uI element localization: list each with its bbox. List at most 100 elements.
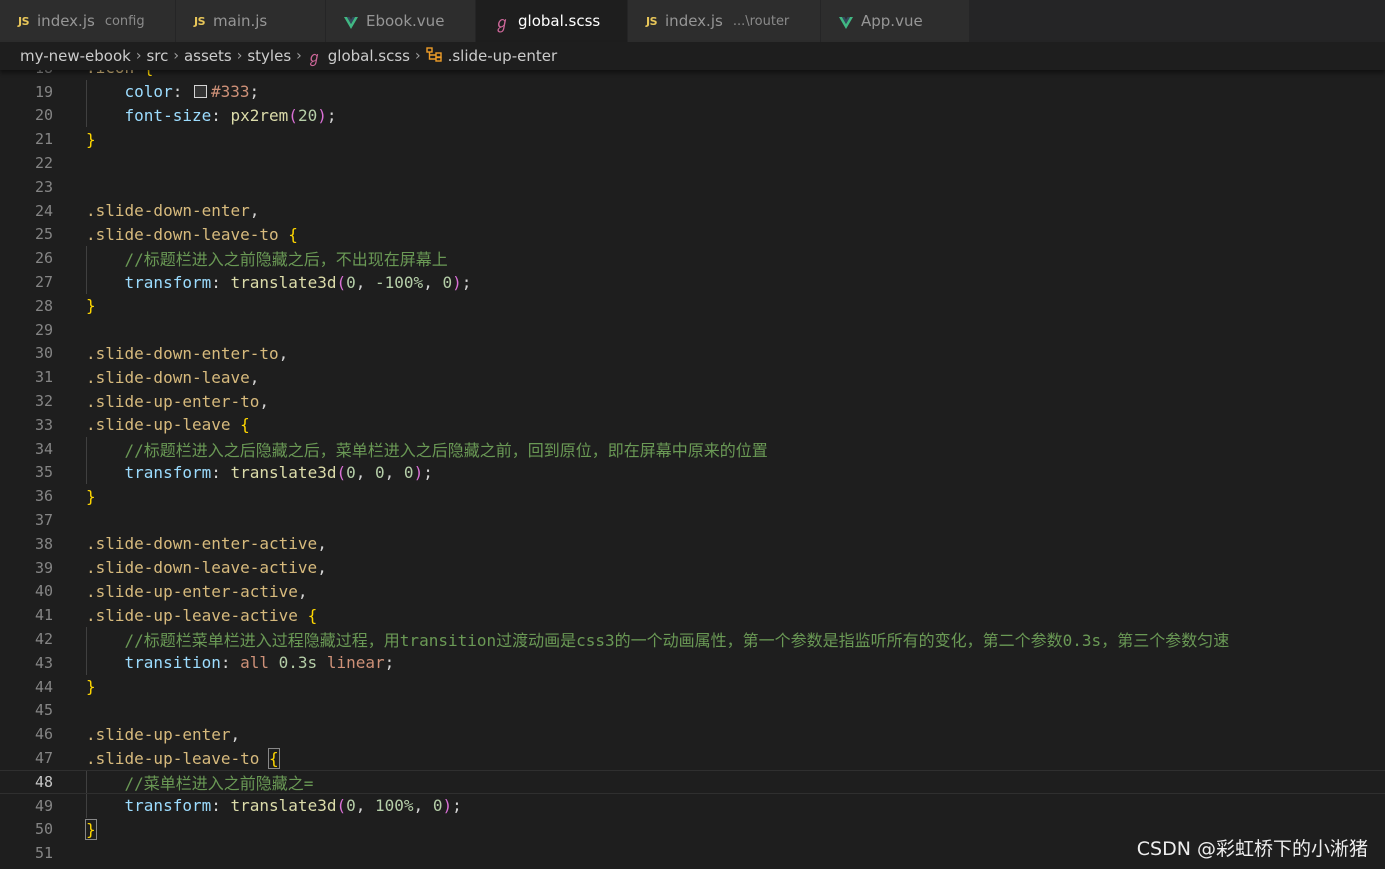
color-swatch-icon[interactable]: [193, 85, 207, 99]
code-text: .slide-up-enter-active,: [86, 582, 308, 601]
breadcrumb: my-new-ebook › src › assets › styles › ℊ global.s…: [0, 42, 1385, 70]
code-line[interactable]: 39 .slide-down-leave-active,: [0, 556, 1385, 580]
tab-description: config: [104, 13, 145, 29]
code-line[interactable]: 31 .slide-down-leave,: [0, 365, 1385, 389]
token-punc: :: [211, 462, 231, 482]
code-line[interactable]: 26 //标题栏进入之前隐藏之后，不出现在屏幕上: [0, 246, 1385, 271]
symbol-class-icon: [425, 46, 443, 66]
code-line[interactable]: 28}: [0, 294, 1385, 318]
code-line[interactable]: 35 transform: translate3d(0, 0, 0);: [0, 460, 1385, 485]
breadcrumb-item[interactable]: assets: [184, 47, 232, 65]
token-bracebox: {: [268, 747, 280, 769]
token-paren: ): [452, 272, 462, 292]
tab-index-js[interactable]: JS index.js ...\router: [628, 0, 821, 42]
token-punc: ;: [452, 796, 462, 816]
code-line[interactable]: 45: [0, 699, 1385, 723]
code-line[interactable]: 41 .slide-up-leave-active {: [0, 603, 1385, 627]
chevron-right-icon: ›: [236, 48, 243, 64]
code-line[interactable]: 20 font-size: px2rem(20);: [0, 103, 1385, 128]
code-line[interactable]: 49 transform: translate3d(0, 100%, 0);: [0, 793, 1385, 818]
token-num: 0: [375, 462, 385, 482]
breadcrumb-item[interactable]: global.scss: [328, 47, 410, 65]
breadcrumb-item[interactable]: my-new-ebook: [20, 47, 131, 65]
line-number: 32: [34, 392, 53, 411]
tab-label: global.scss: [518, 12, 601, 30]
token-punc: ;: [423, 462, 433, 482]
token-prop: transition: [124, 653, 221, 673]
line-number: 44: [34, 677, 53, 696]
token-prop: color: [124, 82, 173, 102]
indent-guide: [86, 103, 87, 128]
code-line[interactable]: 23: [0, 175, 1385, 199]
code-line[interactable]: 44}: [0, 675, 1385, 699]
code-line[interactable]: 34 //标题栏进入之后隐藏之后，菜单栏进入之后隐藏之前，回到原位，即在屏幕中原…: [0, 436, 1385, 461]
code-line[interactable]: 30 .slide-down-enter-to,: [0, 342, 1385, 366]
tab-app-vue[interactable]: App.vue: [821, 0, 970, 42]
code-line[interactable]: 29: [0, 318, 1385, 342]
code-line[interactable]: 33 .slide-up-leave {: [0, 413, 1385, 437]
token-sel: .icon: [86, 70, 144, 77]
code-text: .slide-down-enter-to,: [86, 344, 288, 363]
code-line[interactable]: 27 transform: translate3d(0, -100%, 0);: [0, 270, 1385, 294]
line-number: 24: [34, 201, 53, 220]
code-line[interactable]: 22: [0, 151, 1385, 175]
token-punc: ,: [413, 796, 433, 816]
token-cmt: //标题栏菜单栏进入过程隐藏过程，用transition过渡动画是css3的一个…: [124, 631, 1230, 651]
js-file-icon: JS: [646, 14, 658, 28]
breadcrumb-item[interactable]: styles: [247, 47, 291, 65]
breadcrumb-item[interactable]: .slide-up-enter: [448, 47, 558, 65]
tab-index-js[interactable]: JS index.js config: [0, 0, 176, 42]
code-line[interactable]: 40 .slide-up-enter-active,: [0, 580, 1385, 604]
code-line[interactable]: 32 .slide-up-enter-to,: [0, 389, 1385, 413]
code-text: .slide-up-leave-to {: [86, 747, 280, 769]
watermark: CSDN @彩虹桥下的小淅猪: [1136, 838, 1368, 860]
line-number: 29: [34, 320, 53, 339]
code-text: //标题栏进入之前隐藏之后，不出现在屏幕上: [86, 246, 448, 270]
code-line[interactable]: 46 .slide-up-enter,: [0, 722, 1385, 746]
indent-guide: [86, 793, 87, 818]
tab-global-scss[interactable]: ℊ global.scss: [476, 0, 628, 42]
token-punc: ,: [384, 462, 404, 482]
code-editor[interactable]: 18.icon {19 color: #333;20 font-size: px…: [0, 70, 1385, 869]
breadcrumb-item[interactable]: src: [146, 47, 168, 65]
code-text: .slide-up-leave {: [86, 415, 250, 434]
chevron-right-icon: ›: [414, 48, 421, 64]
token-sel: .slide-up-leave-active: [86, 605, 308, 625]
line-number: 45: [34, 701, 53, 720]
line-number: 42: [34, 630, 53, 649]
code-text: transition: all 0.3s linear;: [86, 653, 395, 673]
code-line[interactable]: 48 //菜单栏进入之前隐藏之=: [0, 770, 1385, 794]
vue-file-icon: [839, 15, 853, 29]
code-text: .icon {: [86, 70, 153, 77]
code-line[interactable]: 24 .slide-down-enter,: [0, 199, 1385, 223]
tab-ebook-vue[interactable]: Ebook.vue: [326, 0, 476, 42]
code-line[interactable]: 18 .icon {: [0, 70, 1385, 80]
token-fn: translate3d: [230, 796, 337, 816]
code-line[interactable]: 19 color: #333;: [0, 79, 1385, 104]
code-line[interactable]: 38 .slide-down-enter-active,: [0, 532, 1385, 556]
code-line[interactable]: 21}: [0, 127, 1385, 151]
code-line[interactable]: 43 transition: all 0.3s linear;: [0, 651, 1385, 675]
token-fn: translate3d: [230, 462, 337, 482]
tab-main-js[interactable]: JS main.js: [176, 0, 326, 42]
token-cmt: //标题栏进入之前隐藏之后，不出现在屏幕上: [124, 250, 448, 270]
code-text: }: [86, 677, 96, 696]
token-punc: ,: [278, 343, 289, 363]
code-text: }: [86, 487, 96, 506]
code-line[interactable]: 25 .slide-down-leave-to {: [0, 223, 1385, 247]
code-line[interactable]: 36}: [0, 484, 1385, 508]
token-punc: ;: [249, 82, 260, 102]
code-line[interactable]: 47 .slide-up-leave-to {: [0, 746, 1385, 770]
token-sel: .slide-up-enter: [86, 724, 231, 744]
token-num: 0: [346, 462, 356, 482]
token-punc: ,: [230, 724, 241, 744]
code-line[interactable]: 37: [0, 508, 1385, 532]
code-line[interactable]: 42 //标题栏菜单栏进入过程隐藏过程，用transition过渡动画是css3…: [0, 627, 1385, 651]
token-prop: transform: [124, 796, 212, 816]
token-paren: (: [288, 105, 298, 125]
